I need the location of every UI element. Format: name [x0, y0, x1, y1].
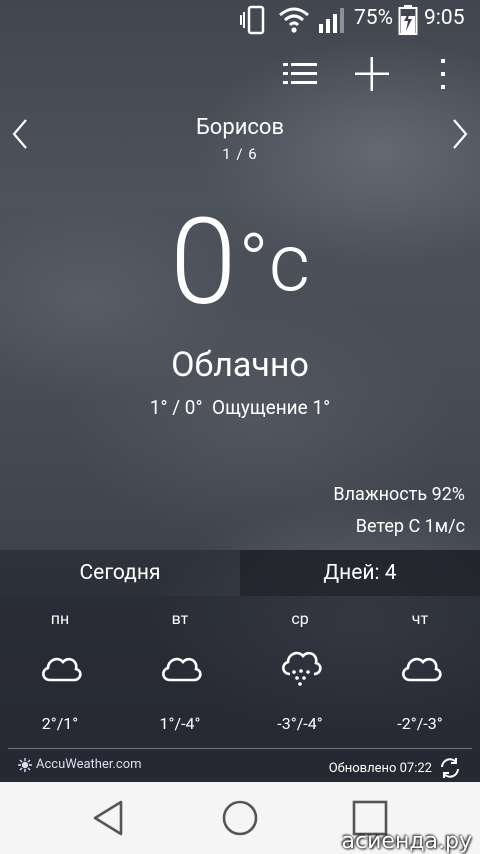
watermark: асиенда.ру [341, 829, 472, 854]
status-bar: 75% 9:05 [0, 0, 480, 40]
refresh-icon[interactable] [438, 756, 462, 780]
temperature-unit: °c [238, 216, 311, 310]
back-triangle-icon [93, 800, 123, 836]
forecast-day: ср -3°/-4° [240, 596, 360, 746]
wifi-icon [278, 6, 310, 38]
humidity: Влажность 92% [333, 484, 465, 505]
forecast-day: пн 2°/1° [0, 596, 120, 746]
cloud-icon [402, 657, 442, 682]
feels-like: Ощущение 1° [212, 396, 331, 419]
more-vert-icon[interactable] [421, 54, 465, 94]
current-temperature: 0°c [0, 198, 480, 328]
temperature-value: 0 [169, 193, 237, 333]
forecast-day-temp: -2°/-3° [397, 714, 443, 733]
cloud-icon [162, 657, 202, 682]
home-circle-icon [222, 800, 258, 836]
sun-icon [18, 757, 32, 772]
add-icon[interactable] [350, 54, 394, 94]
forecast-day-temp: -3°/-4° [277, 714, 323, 733]
back-button[interactable] [68, 782, 148, 854]
forecast-day-name: пн [50, 609, 70, 628]
forecast-day-temp: 2°/1° [41, 714, 79, 733]
forecast-day-name: чт [411, 609, 429, 628]
minmax-feels-line: 1° / 0° Ощущение 1° [0, 396, 480, 419]
battery-percent: 75% [354, 6, 393, 30]
footer-divider [8, 748, 472, 749]
clock: 9:05 [424, 6, 465, 30]
accuweather-link[interactable]: AccuWeather.com [18, 757, 142, 772]
cloud-icon [42, 657, 82, 682]
tab-days[interactable]: Дней: 4 [240, 550, 480, 596]
vibrate-icon [240, 4, 272, 40]
battery-charging-icon [398, 4, 418, 40]
city-page-indicator: 1 / 6 [222, 145, 258, 163]
weather-condition: Облачно [171, 345, 309, 385]
forecast-tabs: Сегодня Дней: 4 [0, 550, 480, 596]
wind: Ветер С 1м/с [355, 516, 465, 537]
updated-time: Обновлено 07:22 [328, 760, 432, 776]
home-button[interactable] [200, 782, 280, 854]
forecast-panel: пн 2°/1° вт 1°/-4° ср -3°/-4° чт -2°/-3° [0, 596, 480, 782]
forecast-day: чт -2°/-3° [360, 596, 480, 746]
tab-today[interactable]: Сегодня [0, 550, 240, 596]
min-max-temperature: 1° / 0° [149, 396, 203, 419]
list-icon[interactable] [278, 54, 322, 94]
navigation-bar: асиенда.ру [0, 782, 480, 854]
forecast-day-temp: 1°/-4° [159, 714, 201, 733]
provider-name: AccuWeather.com [36, 757, 142, 772]
update-status: Обновлено 07:22 [329, 756, 462, 780]
forecast-day: вт 1°/-4° [120, 596, 240, 746]
signal-icon [318, 6, 348, 38]
snow-cloud-icon [282, 651, 322, 686]
forecast-day-name: вт [171, 609, 189, 628]
city-name: Борисов [195, 115, 285, 140]
forecast-day-name: ср [291, 609, 309, 628]
